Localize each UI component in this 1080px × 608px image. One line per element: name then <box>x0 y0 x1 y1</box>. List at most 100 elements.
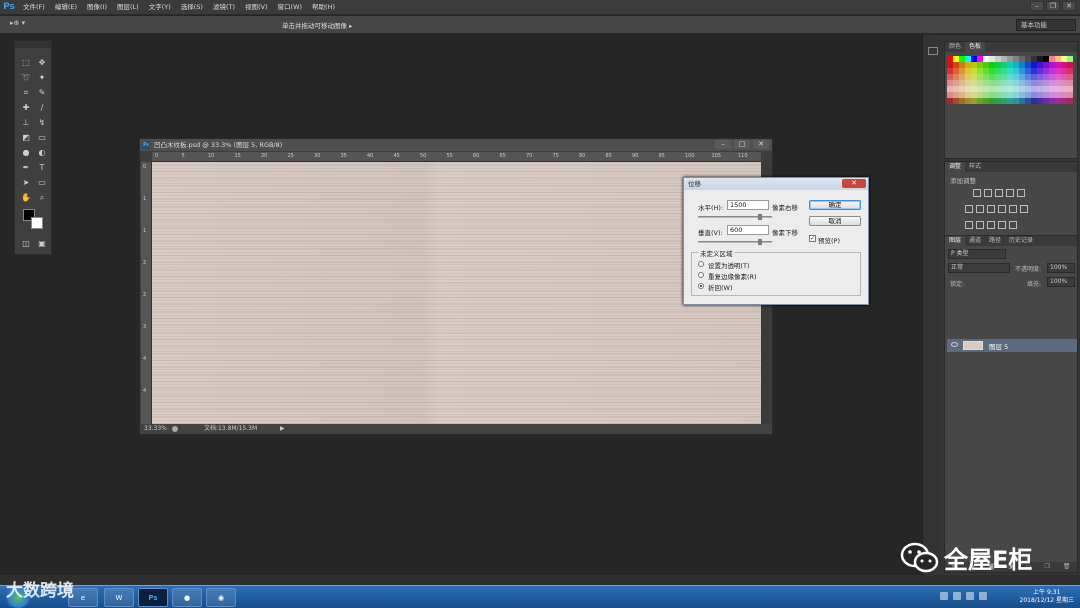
screen-mode-icon[interactable]: ▣ <box>35 238 49 250</box>
tab-swatches[interactable]: 色板 <box>965 42 986 52</box>
vertical-slider-thumb[interactable] <box>758 239 762 245</box>
cancel-button[interactable]: 取消 <box>809 216 861 226</box>
curves-icon[interactable] <box>995 189 1003 197</box>
horizontal-slider-thumb[interactable] <box>758 214 762 220</box>
layer-row[interactable]: 图层 5 <box>947 339 1077 352</box>
levels-icon[interactable] <box>984 189 992 197</box>
swatch[interactable] <box>1067 98 1073 104</box>
tab-history[interactable]: 历史记录 <box>1005 236 1037 246</box>
pen-tool-icon[interactable]: ✒ <box>19 162 33 174</box>
posterize-icon[interactable] <box>976 221 984 229</box>
vertical-slider[interactable] <box>698 239 772 245</box>
shape-tool-icon[interactable]: ▭ <box>35 177 49 189</box>
menu-item-0[interactable]: 文件(F) <box>18 0 50 15</box>
tools-panel-header[interactable] <box>15 41 51 48</box>
black-white-icon[interactable] <box>987 205 995 213</box>
restore-icon[interactable]: ❐ <box>1046 1 1060 11</box>
wrap-around-radio[interactable] <box>698 283 704 289</box>
doc-minimize-icon[interactable]: – <box>715 140 731 149</box>
lasso-tool-icon[interactable]: ➰ <box>19 72 33 84</box>
tray-volume-icon[interactable] <box>979 592 987 600</box>
menu-item-4[interactable]: 文字(Y) <box>144 0 176 15</box>
move-tool-icon[interactable]: ✥ <box>35 57 49 69</box>
eyedropper-icon[interactable]: ✎ <box>35 87 49 99</box>
tray-network-icon[interactable] <box>966 592 974 600</box>
brightness-icon[interactable] <box>973 189 981 197</box>
marquee-tool-icon[interactable]: ⬚ <box>19 57 33 69</box>
status-arrow-icon[interactable]: ▶ <box>280 424 285 434</box>
magic-wand-icon[interactable]: ✦ <box>35 72 49 84</box>
doc-close-icon[interactable]: ✕ <box>753 140 769 149</box>
swatch-grid[interactable] <box>947 56 1073 106</box>
type-tool-icon[interactable]: T <box>35 162 49 174</box>
transparent-radio[interactable] <box>698 261 704 267</box>
preview-checkbox[interactable]: ✓ <box>809 235 816 242</box>
hue-icon[interactable] <box>965 205 973 213</box>
stamp-tool-icon[interactable]: ⊥ <box>19 117 33 129</box>
path-select-icon[interactable]: ➤ <box>19 177 33 189</box>
menu-item-6[interactable]: 滤镜(T) <box>208 0 240 15</box>
brush-tool-icon[interactable]: ∕ <box>35 102 49 114</box>
photo-filter-icon[interactable] <box>998 205 1006 213</box>
menu-item-5[interactable]: 选择(S) <box>176 0 208 15</box>
menu-item-7[interactable]: 视图(V) <box>240 0 273 15</box>
tab-color[interactable]: 颜色 <box>945 42 965 52</box>
opacity-input[interactable]: 100% <box>1047 263 1075 273</box>
hand-tool-icon[interactable]: ✋ <box>19 192 33 204</box>
collapsed-panel-icon[interactable] <box>928 47 938 55</box>
invert-icon[interactable] <box>965 221 973 229</box>
channel-mixer-icon[interactable] <box>1009 205 1017 213</box>
crop-tool-icon[interactable]: ⌗ <box>19 87 33 99</box>
menu-item-1[interactable]: 编辑(E) <box>50 0 82 15</box>
tray-app-icon[interactable] <box>940 592 948 600</box>
status-menu-icon[interactable] <box>172 426 178 432</box>
minimize-icon[interactable]: – <box>1030 1 1044 11</box>
eraser-tool-icon[interactable]: ◩ <box>19 132 33 144</box>
visibility-eye-icon[interactable] <box>951 342 958 347</box>
vibrance-icon[interactable] <box>1017 189 1025 197</box>
menu-item-8[interactable]: 窗口(W) <box>273 0 308 15</box>
taskbar-wechat-icon[interactable]: ● <box>172 588 202 607</box>
color-balance-icon[interactable] <box>976 205 984 213</box>
dodge-tool-icon[interactable]: ◐ <box>35 147 49 159</box>
ok-button[interactable]: 确定 <box>809 200 861 210</box>
layer-filter-select[interactable]: P 类型 <box>948 249 1006 259</box>
doc-maximize-icon[interactable]: □ <box>734 140 750 149</box>
dialog-close-icon[interactable]: ✕ <box>842 179 866 188</box>
workspace-select[interactable]: 基本功能 <box>1016 19 1076 31</box>
tab-adjustments[interactable]: 调整 <box>945 162 966 172</box>
delete-layer-icon[interactable]: 🗑 <box>1063 562 1071 572</box>
tab-layers[interactable]: 图层 <box>945 236 966 246</box>
wood-grain-canvas[interactable] <box>152 162 761 424</box>
zoom-level[interactable]: 33.33% <box>144 424 167 434</box>
quick-mask-icon[interactable]: ◫ <box>19 238 33 250</box>
color-lookup-icon[interactable] <box>1020 205 1028 213</box>
horizontal-input[interactable]: 1500 <box>727 200 769 210</box>
healing-brush-icon[interactable]: ✚ <box>19 102 33 114</box>
zoom-tool-icon[interactable]: ⌕ <box>35 192 49 204</box>
tray-flag-icon[interactable] <box>953 592 961 600</box>
move-tool-preset[interactable]: ▸⊕ ▾ <box>10 19 25 27</box>
taskbar-clock[interactable]: 上午 9:31 2018/12/12 星期三 <box>1020 589 1075 605</box>
new-layer-icon[interactable]: ❐ <box>1044 562 1049 572</box>
taskbar-browser-icon[interactable]: ◉ <box>206 588 236 607</box>
dialog-title[interactable]: 位移 <box>684 178 868 190</box>
blend-mode-select[interactable]: 正常 <box>948 263 1010 273</box>
horizontal-slider[interactable] <box>698 214 772 220</box>
menu-item-9[interactable]: 帮助(H) <box>307 0 340 15</box>
background-color-swatch[interactable] <box>31 217 43 229</box>
close-icon[interactable]: ✕ <box>1062 1 1076 11</box>
document-title[interactable]: 凹凸木纹板.psd @ 33.3% (图层 5, RGB/8) <box>140 139 772 151</box>
tab-paths[interactable]: 路径 <box>985 236 1005 246</box>
taskbar-word-icon[interactable]: W <box>104 588 134 607</box>
layer-name[interactable]: 图层 5 <box>989 341 1008 351</box>
gradient-map-icon[interactable] <box>1009 221 1017 229</box>
exposure-icon[interactable] <box>1006 189 1014 197</box>
tab-channels[interactable]: 通道 <box>965 236 985 246</box>
menu-item-3[interactable]: 图层(L) <box>112 0 144 15</box>
threshold-icon[interactable] <box>987 221 995 229</box>
fill-input[interactable]: 100% <box>1047 277 1075 287</box>
repeat-edge-radio[interactable] <box>698 272 704 278</box>
gradient-tool-icon[interactable]: ▭ <box>35 132 49 144</box>
taskbar-photoshop-icon[interactable]: Ps <box>138 588 168 607</box>
